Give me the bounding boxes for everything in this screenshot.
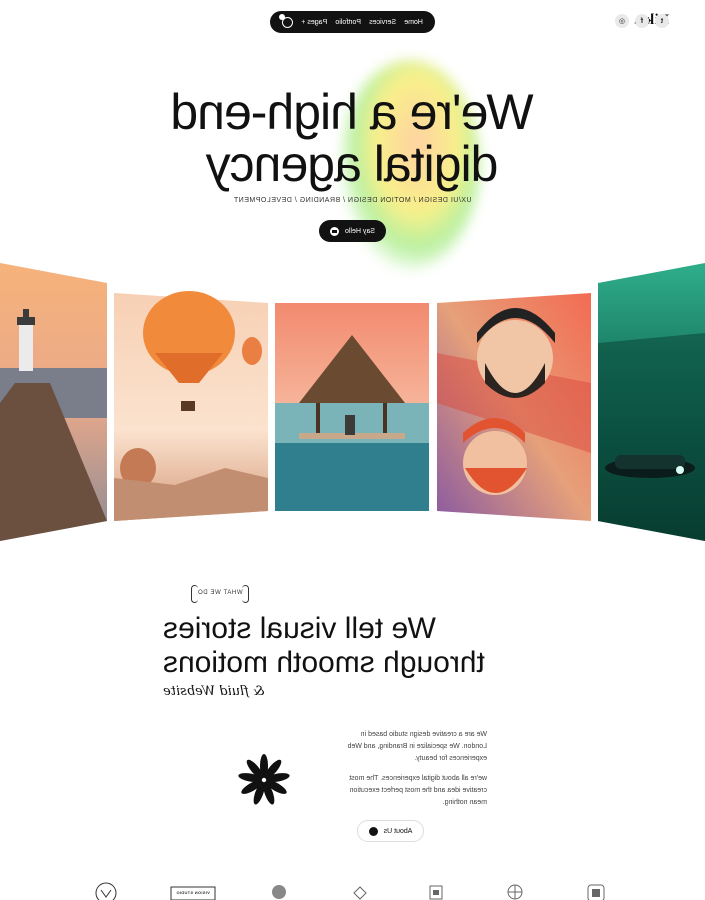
partner-logo-3 <box>429 885 443 900</box>
main-nav: Home Services Portfolio Pages + <box>270 11 435 33</box>
partner-logo-7 <box>95 882 117 900</box>
gallery-tile-balloons[interactable] <box>114 291 268 521</box>
gallery-tile-illustration[interactable] <box>437 293 591 521</box>
partner-logo-5 <box>272 885 286 899</box>
partner-logo-6-text: VISION STUDIO <box>176 890 210 895</box>
about-title: We tell visual stories through smooth mo… <box>163 612 485 679</box>
arrow-icon <box>330 226 340 236</box>
nav-item-portfolio[interactable]: Portfolio <box>335 19 361 26</box>
nav-item-pages[interactable]: Pages + <box>301 19 327 26</box>
social-links: t f ◎ <box>615 14 669 28</box>
asterisk-flower-icon <box>236 752 292 808</box>
gallery-svg <box>0 263 705 541</box>
nav-item-services[interactable]: Services <box>369 19 396 26</box>
hero-title: We're a high-end digital agency <box>171 84 534 192</box>
what-we-do-tag: WHAT WE DO <box>191 585 249 601</box>
gallery-tile-lighthouse[interactable] <box>0 263 107 541</box>
instagram-icon[interactable]: ◎ <box>615 14 629 28</box>
partner-logo-1 <box>587 884 605 900</box>
about-paragraph-1: We are a creative design studio based in… <box>347 731 487 762</box>
arrow-icon <box>368 826 378 836</box>
hero-services-list: UX/UI DESIGN / MOTION DESIGN / BRANDING … <box>233 197 472 204</box>
about-subtitle: & fluid Website <box>163 684 265 699</box>
gallery-tile-car[interactable] <box>598 263 705 541</box>
say-hello-button[interactable]: Say Hello <box>319 220 386 242</box>
about-paragraph-2: we're all about digital experiences. The… <box>349 775 487 806</box>
gallery-tile-hut[interactable] <box>275 303 429 511</box>
cart-icon[interactable] <box>282 16 294 28</box>
partner-logo-2 <box>507 884 523 900</box>
partner-logos: VISION STUDIO <box>0 878 705 900</box>
showcase-gallery <box>0 263 705 548</box>
twitter-icon[interactable]: t <box>655 14 669 28</box>
partner-logo-4 <box>353 886 367 900</box>
facebook-icon[interactable]: f <box>635 14 649 28</box>
about-us-button[interactable]: About Us <box>357 820 424 842</box>
page: Liko. Home Services Portfolio Pages + t … <box>0 0 705 900</box>
nav-item-home[interactable]: Home <box>404 19 423 26</box>
